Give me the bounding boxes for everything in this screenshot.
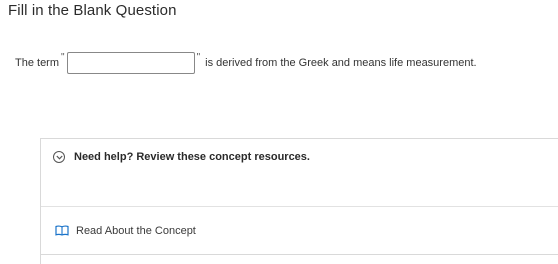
help-toggle[interactable]: Need help? Review these concept resource…	[41, 139, 558, 175]
page-title: Fill in the Blank Question	[8, 2, 177, 19]
book-icon	[55, 225, 69, 236]
resource-label: Read About the Concept	[76, 224, 196, 237]
question-suffix: is derived from the Greek and means life…	[205, 57, 477, 69]
blank-wrapper: " "	[61, 52, 200, 74]
help-panel: Need help? Review these concept resource…	[40, 138, 558, 264]
resource-read-about-concept[interactable]: Read About the Concept	[41, 207, 558, 255]
chevron-down-circle-icon	[53, 151, 65, 163]
fill-in-blank-input[interactable]	[66, 52, 195, 74]
open-quote-mark: "	[61, 52, 65, 63]
close-quote-mark: "	[196, 52, 201, 63]
question-prefix: The term	[15, 57, 60, 69]
help-label: Need help? Review these concept resource…	[74, 151, 310, 163]
question-sentence: The term " " is derived from the Greek a…	[15, 52, 477, 74]
